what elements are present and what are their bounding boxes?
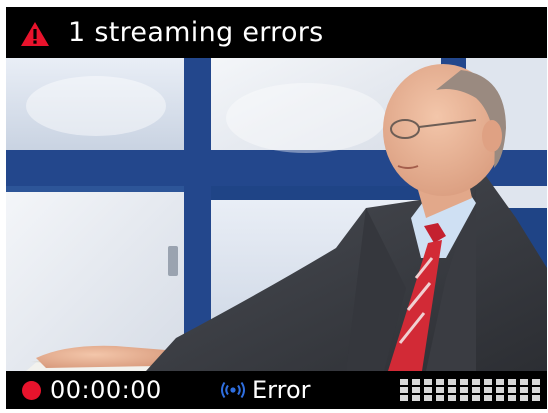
camera-screen: 1 streaming errors 00:00:00 Error (6, 7, 547, 409)
streaming-errors-title: 1 streaming errors (68, 17, 324, 48)
warning-triangle-icon (21, 22, 49, 46)
recording-timecode: 00:00:00 (50, 376, 162, 404)
status-bar: 00:00:00 Error (6, 371, 547, 409)
stream-status-label: Error (252, 376, 311, 404)
error-banner[interactable]: 1 streaming errors (6, 7, 547, 58)
broadcast-signal-icon[interactable] (220, 381, 246, 399)
audio-level-meter-icon (400, 379, 540, 401)
record-dot-icon[interactable] (22, 381, 41, 400)
video-frame-image (6, 58, 547, 371)
video-preview (6, 58, 547, 371)
